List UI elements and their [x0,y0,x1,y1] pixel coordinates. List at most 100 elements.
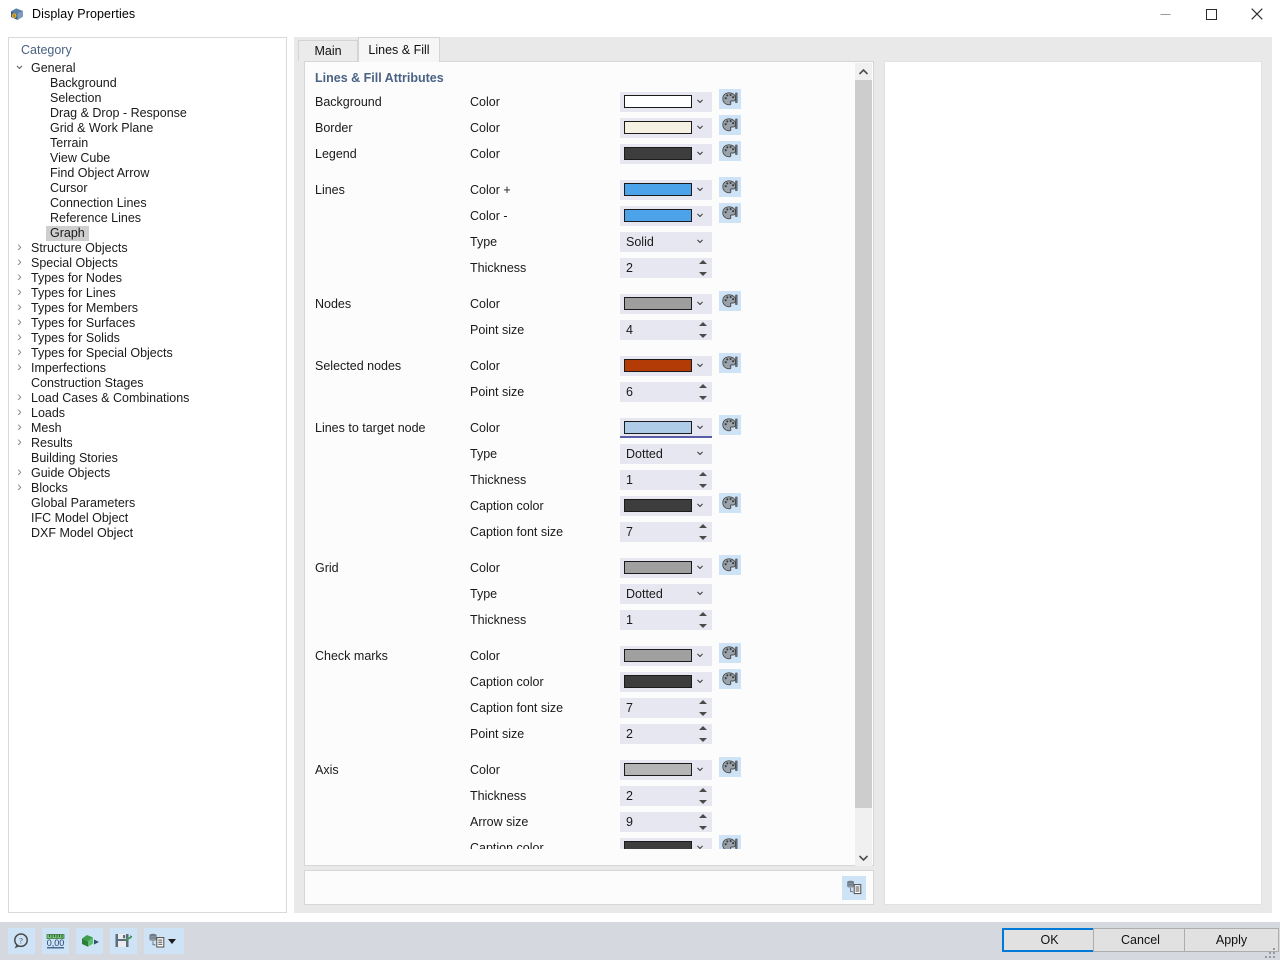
tab-main[interactable]: Main [298,40,358,61]
number-stepper[interactable]: 1 [620,610,712,630]
color-dropdown[interactable] [620,672,712,692]
close-button[interactable] [1234,0,1280,28]
chevron-down-icon[interactable] [694,421,706,434]
cancel-button[interactable]: Cancel [1093,928,1188,952]
color-dropdown[interactable] [620,92,712,112]
category-item-connection-lines[interactable]: Connection Lines [9,196,286,211]
color-dropdown[interactable] [620,144,712,164]
save-icon[interactable] [110,928,137,954]
number-stepper[interactable]: 7 [620,698,712,718]
category-item-guide-objects[interactable]: Guide Objects [9,466,286,481]
category-item-types-for-surfaces[interactable]: Types for Surfaces [9,316,286,331]
color-dropdown[interactable] [620,558,712,578]
category-item-mesh[interactable]: Mesh [9,421,286,436]
color-dropdown[interactable] [620,760,712,780]
color-dropdown[interactable] [620,496,712,516]
category-item-background[interactable]: Background [9,76,286,91]
scroll-up-icon[interactable] [855,63,872,80]
color-dropdown[interactable] [620,418,712,438]
color-dropdown[interactable] [620,356,712,376]
category-item-cursor[interactable]: Cursor [9,181,286,196]
chevron-down-icon[interactable] [694,499,706,512]
minimize-button[interactable] [1142,0,1188,28]
category-item-terrain[interactable]: Terrain [9,136,286,151]
color-palette-icon[interactable] [719,177,741,197]
type-dropdown[interactable]: Dotted [620,584,712,604]
chevron-down-icon[interactable] [694,561,706,574]
category-item-find-object-arrow[interactable]: Find Object Arrow [9,166,286,181]
chevron-down-icon[interactable] [694,147,706,160]
color-palette-icon[interactable] [719,353,741,373]
category-item-structure-objects[interactable]: Structure Objects [9,241,286,256]
chevron-right-icon[interactable] [13,436,26,451]
category-item-dxf-model-object[interactable]: DXF Model Object [9,526,286,541]
chevron-down-icon[interactable] [694,183,706,196]
color-palette-icon[interactable] [719,291,741,311]
stepper-arrows[interactable] [698,472,707,488]
category-item-general[interactable]: General [9,61,286,76]
color-dropdown[interactable] [620,838,712,849]
stepper-arrows[interactable] [698,814,707,830]
chevron-down-icon[interactable] [694,95,706,108]
color-dropdown[interactable] [620,206,712,226]
stepper-arrows[interactable] [698,788,707,804]
color-dropdown[interactable] [620,118,712,138]
number-stepper[interactable]: 1 [620,470,712,490]
tab-lines-fill[interactable]: Lines & Fill [358,37,440,62]
color-dropdown[interactable] [620,180,712,200]
category-item-ifc-model-object[interactable]: IFC Model Object [9,511,286,526]
help-icon[interactable]: ? [8,928,35,954]
category-item-types-for-lines[interactable]: Types for Lines [9,286,286,301]
category-item-construction-stages[interactable]: Construction Stages [9,376,286,391]
category-item-blocks[interactable]: Blocks [9,481,286,496]
color-palette-icon[interactable] [719,757,741,777]
category-item-types-for-special-objects[interactable]: Types for Special Objects [9,346,286,361]
chevron-right-icon[interactable] [13,481,26,496]
color-palette-icon[interactable] [719,89,741,109]
color-palette-icon[interactable] [719,415,741,435]
color-palette-icon[interactable] [719,493,741,513]
number-stepper[interactable]: 9 [620,812,712,832]
category-item-types-for-nodes[interactable]: Types for Nodes [9,271,286,286]
stepper-arrows[interactable] [698,384,707,400]
database-document-icon[interactable] [842,876,866,900]
color-palette-icon[interactable] [719,555,741,575]
chevron-down-icon[interactable] [694,235,706,248]
units-icon[interactable]: 0,00 [42,928,69,954]
category-item-load-cases-combinations[interactable]: Load Cases & Combinations [9,391,286,406]
stepper-arrows[interactable] [698,726,707,742]
category-item-imperfections[interactable]: Imperfections [9,361,286,376]
database-dropdown-icon[interactable] [144,928,184,954]
number-stepper[interactable]: 2 [620,786,712,806]
category-item-graph[interactable]: Graph [9,226,286,241]
color-palette-icon[interactable] [719,203,741,223]
category-item-types-for-solids[interactable]: Types for Solids [9,331,286,346]
color-dropdown[interactable] [620,646,712,666]
scrollbar-thumb[interactable] [855,80,872,808]
number-stepper[interactable]: 2 [620,724,712,744]
maximize-button[interactable] [1188,0,1234,28]
category-item-drag-drop-response[interactable]: Drag & Drop - Response [9,106,286,121]
category-item-building-stories[interactable]: Building Stories [9,451,286,466]
type-dropdown[interactable]: Dotted [620,444,712,464]
chevron-down-icon[interactable] [694,209,706,222]
category-item-global-parameters[interactable]: Global Parameters [9,496,286,511]
resize-grip[interactable] [1265,946,1277,958]
chevron-down-icon[interactable] [694,297,706,310]
stepper-arrows[interactable] [698,700,707,716]
category-item-grid-work-plane[interactable]: Grid & Work Plane [9,121,286,136]
category-item-loads[interactable]: Loads [9,406,286,421]
color-palette-icon[interactable] [719,835,741,849]
category-tree[interactable]: GeneralBackgroundSelectionDrag & Drop - … [9,61,286,541]
color-dropdown[interactable] [620,294,712,314]
number-stepper[interactable]: 4 [620,320,712,340]
stepper-arrows[interactable] [698,612,707,628]
stepper-arrows[interactable] [698,322,707,338]
color-palette-icon[interactable] [719,141,741,161]
color-palette-icon[interactable] [719,669,741,689]
chevron-right-icon[interactable] [13,361,26,376]
number-stepper[interactable]: 2 [620,258,712,278]
chevron-down-icon[interactable] [13,61,26,76]
chevron-down-icon[interactable] [694,359,706,372]
chevron-down-icon[interactable] [694,649,706,662]
